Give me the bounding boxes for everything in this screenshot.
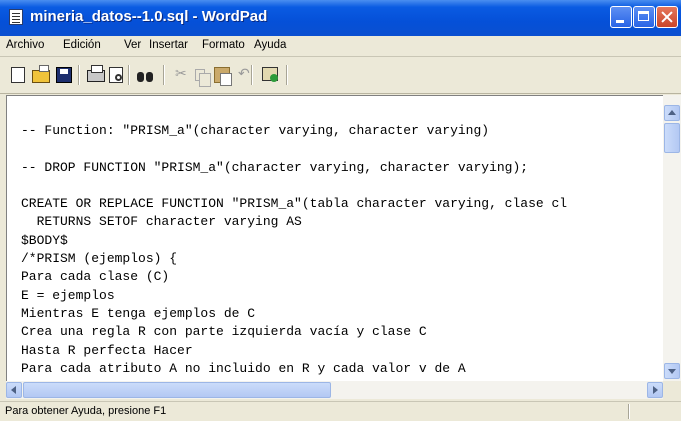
vertical-scroll-thumb[interactable]: [664, 123, 680, 153]
toolbar-separator: [78, 65, 79, 85]
scroll-down-arrow-icon[interactable]: [664, 363, 680, 379]
menu-archivo[interactable]: Archivo: [6, 39, 44, 51]
menu-formato[interactable]: Formato: [202, 39, 245, 51]
document-line[interactable]: [21, 140, 567, 158]
document-line[interactable]: E = ejemplos: [21, 287, 567, 305]
document-line[interactable]: -- Function: "PRISM_a"(character varying…: [21, 122, 567, 140]
document-line[interactable]: Para cada clase (C): [21, 268, 567, 286]
title-bar[interactable]: mineria_datos--1.0.sql - WordPad: [0, 0, 681, 36]
horizontal-scrollbar[interactable]: [6, 381, 663, 399]
open-folder-icon[interactable]: [32, 65, 50, 83]
menu-ayuda[interactable]: Ayuda: [254, 39, 286, 51]
scroll-up-arrow-icon[interactable]: [664, 105, 680, 121]
print-preview-icon[interactable]: [109, 67, 123, 83]
toolbar-separator: [286, 65, 287, 85]
undo-icon[interactable]: ↶: [238, 66, 256, 82]
status-text: Para obtener Ayuda, presione F1: [5, 405, 167, 417]
menu-bar: Archivo Edición Ver Insertar Formato Ayu…: [0, 36, 681, 57]
wordpad-window: mineria_datos--1.0.sql - WordPad Archivo…: [0, 0, 681, 421]
document-text[interactable]: -- Function: "PRISM_a"(character varying…: [21, 122, 567, 378]
copy-icon[interactable]: [195, 69, 211, 87]
document-line[interactable]: /*PRISM (ejemplos) {: [21, 250, 567, 268]
horizontal-scroll-thumb[interactable]: [23, 382, 331, 398]
print-icon[interactable]: [87, 65, 105, 82]
menu-insertar[interactable]: Insertar: [149, 39, 188, 51]
close-button[interactable]: [656, 6, 678, 28]
window-title: mineria_datos--1.0.sql - WordPad: [30, 8, 268, 25]
new-document-icon[interactable]: [11, 67, 25, 83]
menu-ver[interactable]: Ver: [124, 39, 141, 51]
document-line[interactable]: $BODY$: [21, 232, 567, 250]
maximize-button[interactable]: [633, 6, 655, 28]
document-line[interactable]: Hasta R perfecta Hacer: [21, 342, 567, 360]
document-line[interactable]: Para cada atributo A no incluido en R y …: [21, 360, 567, 378]
document-line[interactable]: [21, 177, 567, 195]
toolbar: ✂ ↶: [0, 57, 681, 94]
minimize-button[interactable]: [610, 6, 632, 28]
paste-icon[interactable]: [214, 67, 232, 86]
scroll-corner: [663, 381, 681, 399]
menu-edicion[interactable]: Edición: [63, 39, 101, 51]
toolbar-separator: [251, 65, 252, 85]
status-bar: Para obtener Ayuda, presione F1: [0, 401, 681, 421]
document-line[interactable]: Mientras E tenga ejemplos de C: [21, 305, 567, 323]
wordpad-app-icon[interactable]: [9, 9, 23, 25]
save-icon[interactable]: [56, 67, 72, 83]
document-line[interactable]: RETURNS SETOF character varying AS: [21, 213, 567, 231]
document-line[interactable]: -- DROP FUNCTION "PRISM_a"(character var…: [21, 159, 567, 177]
document-line[interactable]: Crea una regla R con parte izquierda vac…: [21, 323, 567, 341]
insert-object-icon[interactable]: [262, 67, 278, 82]
toolbar-separator: [128, 65, 129, 85]
scroll-left-arrow-icon[interactable]: [6, 382, 22, 398]
vertical-scrollbar[interactable]: [663, 95, 681, 381]
find-icon[interactable]: [136, 69, 154, 83]
scroll-right-arrow-icon[interactable]: [647, 382, 663, 398]
status-panel: [628, 404, 679, 419]
cut-icon[interactable]: ✂: [175, 66, 193, 82]
document-line[interactable]: CREATE OR REPLACE FUNCTION "PRISM_a"(tab…: [21, 195, 567, 213]
document-area[interactable]: -- Function: "PRISM_a"(character varying…: [6, 95, 664, 382]
toolbar-separator: [163, 65, 164, 85]
